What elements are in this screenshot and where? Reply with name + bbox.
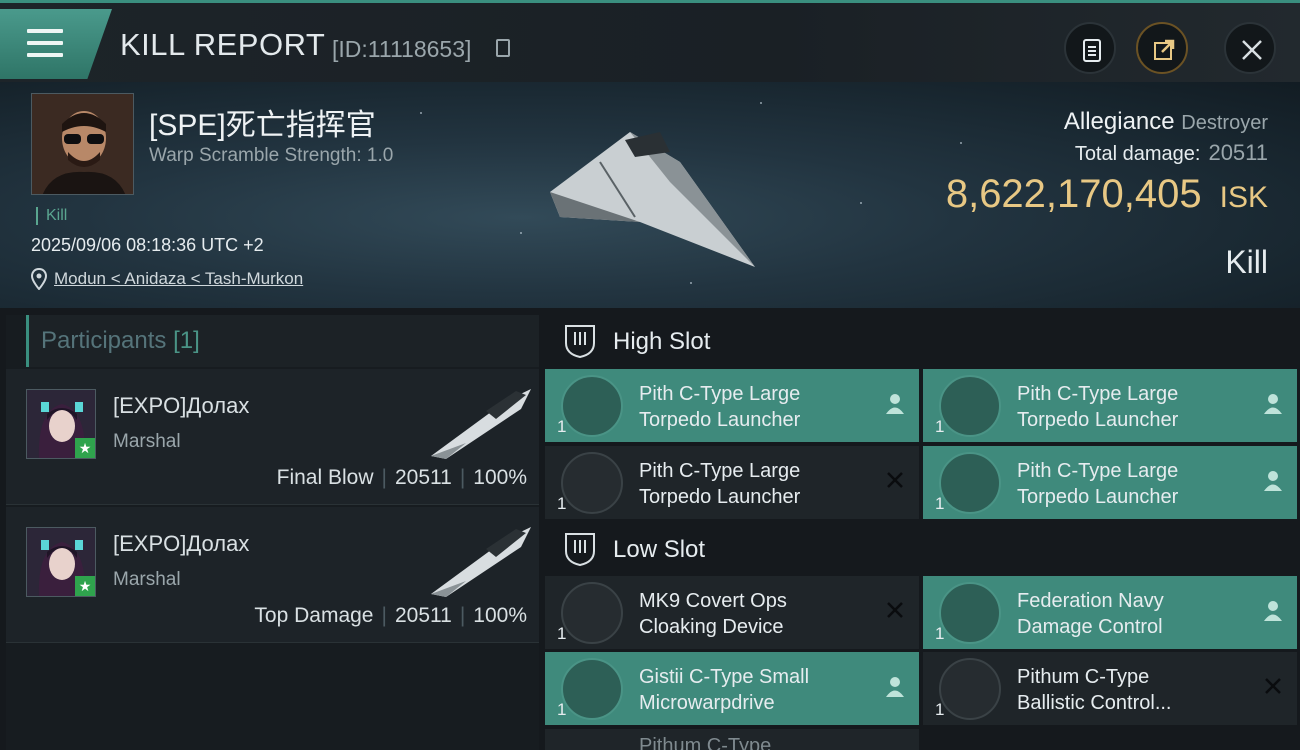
- dropped-person-icon: [886, 394, 904, 414]
- module-item-partial[interactable]: Pithum C-Type: [545, 729, 919, 750]
- participant-name: [EXPO]Долах: [113, 531, 250, 556]
- location-pin-icon: [31, 268, 47, 290]
- high-slot-icon: [565, 325, 595, 359]
- copy-id-icon[interactable]: [496, 39, 510, 57]
- kill-tag: Kill: [36, 207, 67, 225]
- page-title: KILL REPORT: [120, 27, 326, 62]
- module-item[interactable]: 1 Pith C-Type Large Torpedo Launcher: [545, 369, 919, 442]
- star-badge-icon: ★: [75, 576, 95, 596]
- low-slot-header: Low Slot: [545, 523, 1300, 575]
- torpedo-launcher-icon: [561, 375, 623, 437]
- top-bar: KILL REPORT [ID:11118653]: [0, 0, 1300, 82]
- torpedo-launcher-icon: [939, 452, 1001, 514]
- kill-datetime: 2025/09/06 08:18:36 UTC +2: [31, 235, 264, 255]
- victim-ship-image: [550, 132, 755, 267]
- share-icon: [1154, 39, 1175, 60]
- module-item[interactable]: 1 Pithum C-Type Ballistic Control...: [923, 652, 1297, 725]
- participants-panel: Participants [1] ★ [EXPO]Долах Marshal F…: [6, 315, 539, 750]
- torpedo-launcher-icon: [939, 375, 1001, 437]
- module-item[interactable]: 1 Pith C-Type Large Torpedo Launcher: [923, 369, 1297, 442]
- participant-stats: Top Damage | 20511 | 100%: [254, 604, 527, 627]
- module-item[interactable]: 1 MK9 Covert Ops Cloaking Device: [545, 576, 919, 649]
- fitting-panel: High Slot 1 Pith C-Type Large Torpedo Lau…: [545, 315, 1300, 750]
- participant-ship-image: [431, 527, 531, 597]
- participant-rank: Marshal: [113, 431, 181, 452]
- module-item[interactable]: 1 Gistii C-Type Small Microwarpdrive: [545, 652, 919, 725]
- victim-name: [SPE]死亡指挥官: [149, 109, 376, 142]
- report-id: [ID:11118653]: [332, 36, 472, 62]
- warp-scramble-strength: Warp Scramble Strength: 1.0: [149, 145, 394, 166]
- clipboard-button[interactable]: [1064, 22, 1116, 74]
- location-link[interactable]: Modun < Anidaza < Tash-Murkon: [54, 269, 303, 289]
- victim-summary: [SPE]死亡指挥官 Warp Scramble Strength: 1.0 K…: [0, 82, 1300, 308]
- participant-rank: Marshal: [113, 569, 181, 590]
- microwarpdrive-icon: [561, 658, 623, 720]
- destroyed-x-icon: [1265, 678, 1281, 694]
- menu-button[interactable]: [0, 9, 112, 79]
- module-item[interactable]: 1 Federation Navy Damage Control: [923, 576, 1297, 649]
- damage-control-icon: [939, 582, 1001, 644]
- share-button[interactable]: [1136, 22, 1188, 74]
- participant-stats: Final Blow | 20511 | 100%: [276, 466, 527, 489]
- ship-name: Allegiance Destroyer: [1063, 108, 1268, 135]
- participants-header: Participants [1]: [26, 315, 539, 367]
- dropped-person-icon: [1264, 601, 1282, 621]
- star-badge-icon: ★: [75, 438, 95, 458]
- participants-count: [1]: [173, 327, 200, 354]
- module-item[interactable]: 1 Pith C-Type Large Torpedo Launcher: [923, 446, 1297, 519]
- total-damage: Total damage: 20511: [1074, 140, 1268, 165]
- ballistic-control-icon: [939, 658, 1001, 720]
- dropped-person-icon: [886, 677, 904, 697]
- participant-card[interactable]: ★ [EXPO]Долах Marshal Top Damage | 20511 | 1…: [6, 507, 539, 643]
- kill-outcome: Kill: [1225, 244, 1268, 280]
- participant-card[interactable]: ★ [EXPO]Долах Marshal Final Blow | 20511 | 1…: [6, 369, 539, 505]
- participant-name: [EXPO]Долах: [113, 393, 250, 418]
- low-slot-icon: [565, 533, 595, 567]
- dropped-person-icon: [1264, 394, 1282, 414]
- close-button[interactable]: [1224, 22, 1276, 74]
- ship-class: Destroyer: [1181, 112, 1268, 134]
- participant-ship-image: [431, 389, 531, 459]
- cloaking-device-icon: [561, 582, 623, 644]
- high-slot-header: High Slot: [545, 315, 1300, 367]
- participant-avatar: ★: [26, 389, 96, 459]
- destroyed-x-icon: [887, 602, 903, 618]
- victim-avatar[interactable]: [31, 93, 134, 195]
- module-item[interactable]: 1 Pith C-Type Large Torpedo Launcher: [545, 446, 919, 519]
- clipboard-icon: [1083, 39, 1101, 62]
- isk-value: 8,622,170,405 ISK: [945, 172, 1268, 216]
- torpedo-launcher-icon: [561, 452, 623, 514]
- dropped-person-icon: [1264, 471, 1282, 491]
- destroyed-x-icon: [887, 472, 903, 488]
- participant-avatar: ★: [26, 527, 96, 597]
- hamburger-icon: [27, 29, 63, 57]
- close-icon: [1242, 40, 1262, 60]
